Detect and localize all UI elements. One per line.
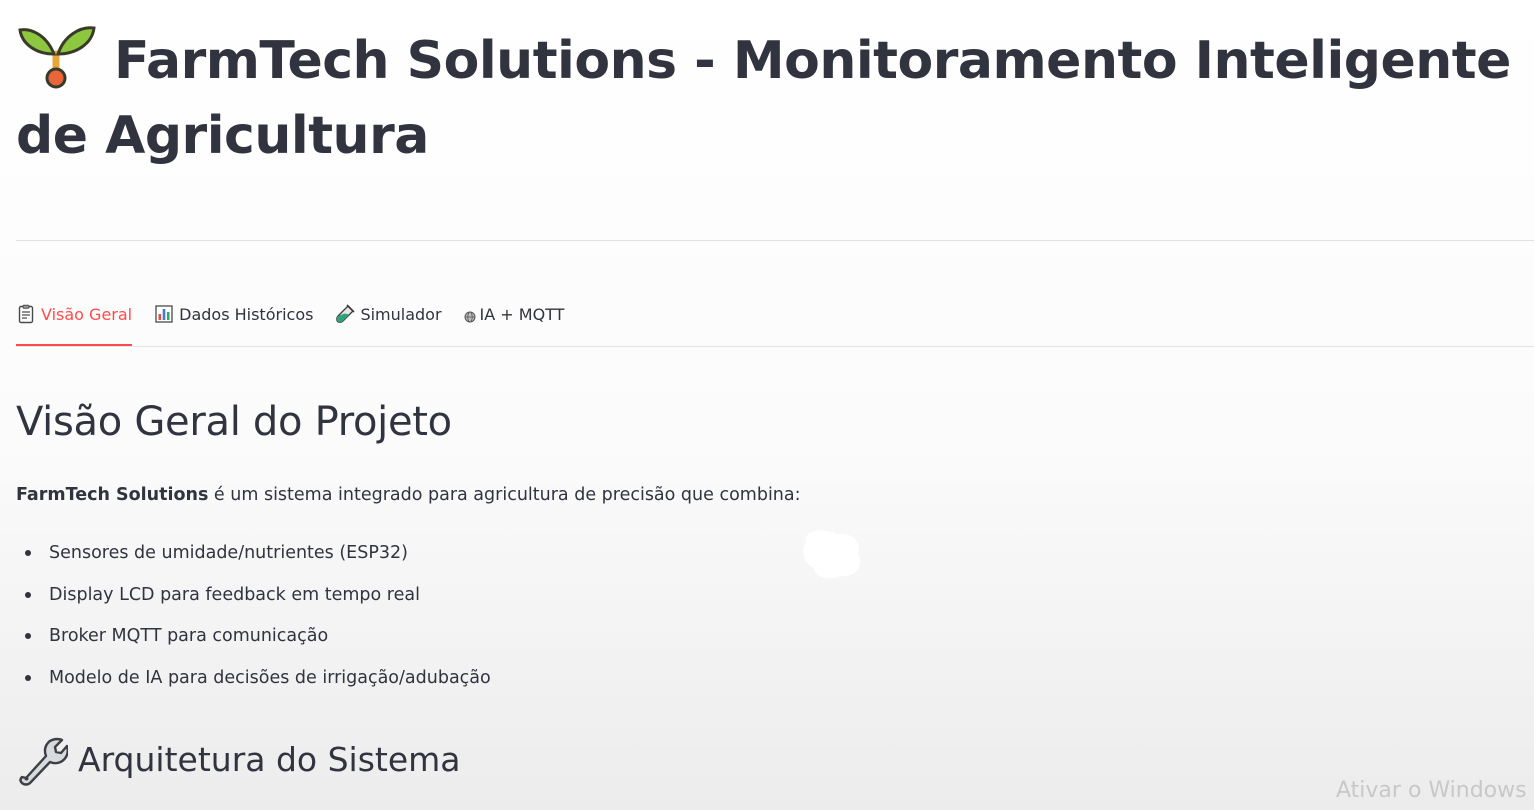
architecture-title-text: Arquitetura do Sistema [78, 740, 461, 779]
tab-ia-mqtt[interactable]: IA + MQTT [464, 296, 565, 332]
overview-intro: FarmTech Solutions é um sistema integrad… [16, 481, 801, 509]
architecture-title: Arquitetura do Sistema [16, 730, 461, 790]
tab-bar: Visão Geral Dados Históricos Simulador I… [16, 296, 1534, 347]
tab-simulador[interactable]: Simulador [335, 296, 442, 332]
windows-activation-watermark: Ativar o Windows [1336, 778, 1527, 803]
tab-label: Visão Geral [41, 304, 133, 324]
bar-chart-icon [154, 304, 174, 324]
list-item: Broker MQTT para comunicação [16, 621, 491, 663]
test-tube-icon [335, 304, 356, 324]
list-item: Sensores de umidade/nutrientes (ESP32) [16, 538, 491, 580]
intro-brand: FarmTech Solutions [16, 485, 209, 505]
tab-dados-historicos[interactable]: Dados Históricos [154, 296, 313, 332]
clipboard-icon [16, 304, 36, 324]
wrench-icon [19, 737, 68, 786]
feature-list: Sensores de umidade/nutrientes (ESP32) D… [16, 538, 491, 704]
app-page: FarmTech Solutions - Monitoramento Intel… [0, 0, 1534, 810]
overview-title: Visão Geral do Projeto [16, 399, 452, 445]
header-divider [16, 240, 1534, 241]
tab-visao-geral[interactable]: Visão Geral [16, 296, 133, 346]
tab-label: Dados Históricos [179, 304, 314, 324]
list-item: Display LCD para feedback em tempo real [16, 580, 491, 622]
tab-label: IA + MQTT [479, 304, 565, 324]
cursor-highlight [800, 528, 864, 580]
seedling-icon [16, 20, 96, 90]
globe-icon [464, 308, 476, 323]
intro-text: é um sistema integrado para agricultura … [208, 485, 801, 505]
page-title-text: FarmTech Solutions - Monitoramento Intel… [16, 31, 1511, 166]
page-title: FarmTech Solutions - Monitoramento Intel… [16, 20, 1534, 174]
list-item: Modelo de IA para decisões de irrigação/… [16, 663, 491, 705]
tab-label: Simulador [360, 304, 442, 324]
